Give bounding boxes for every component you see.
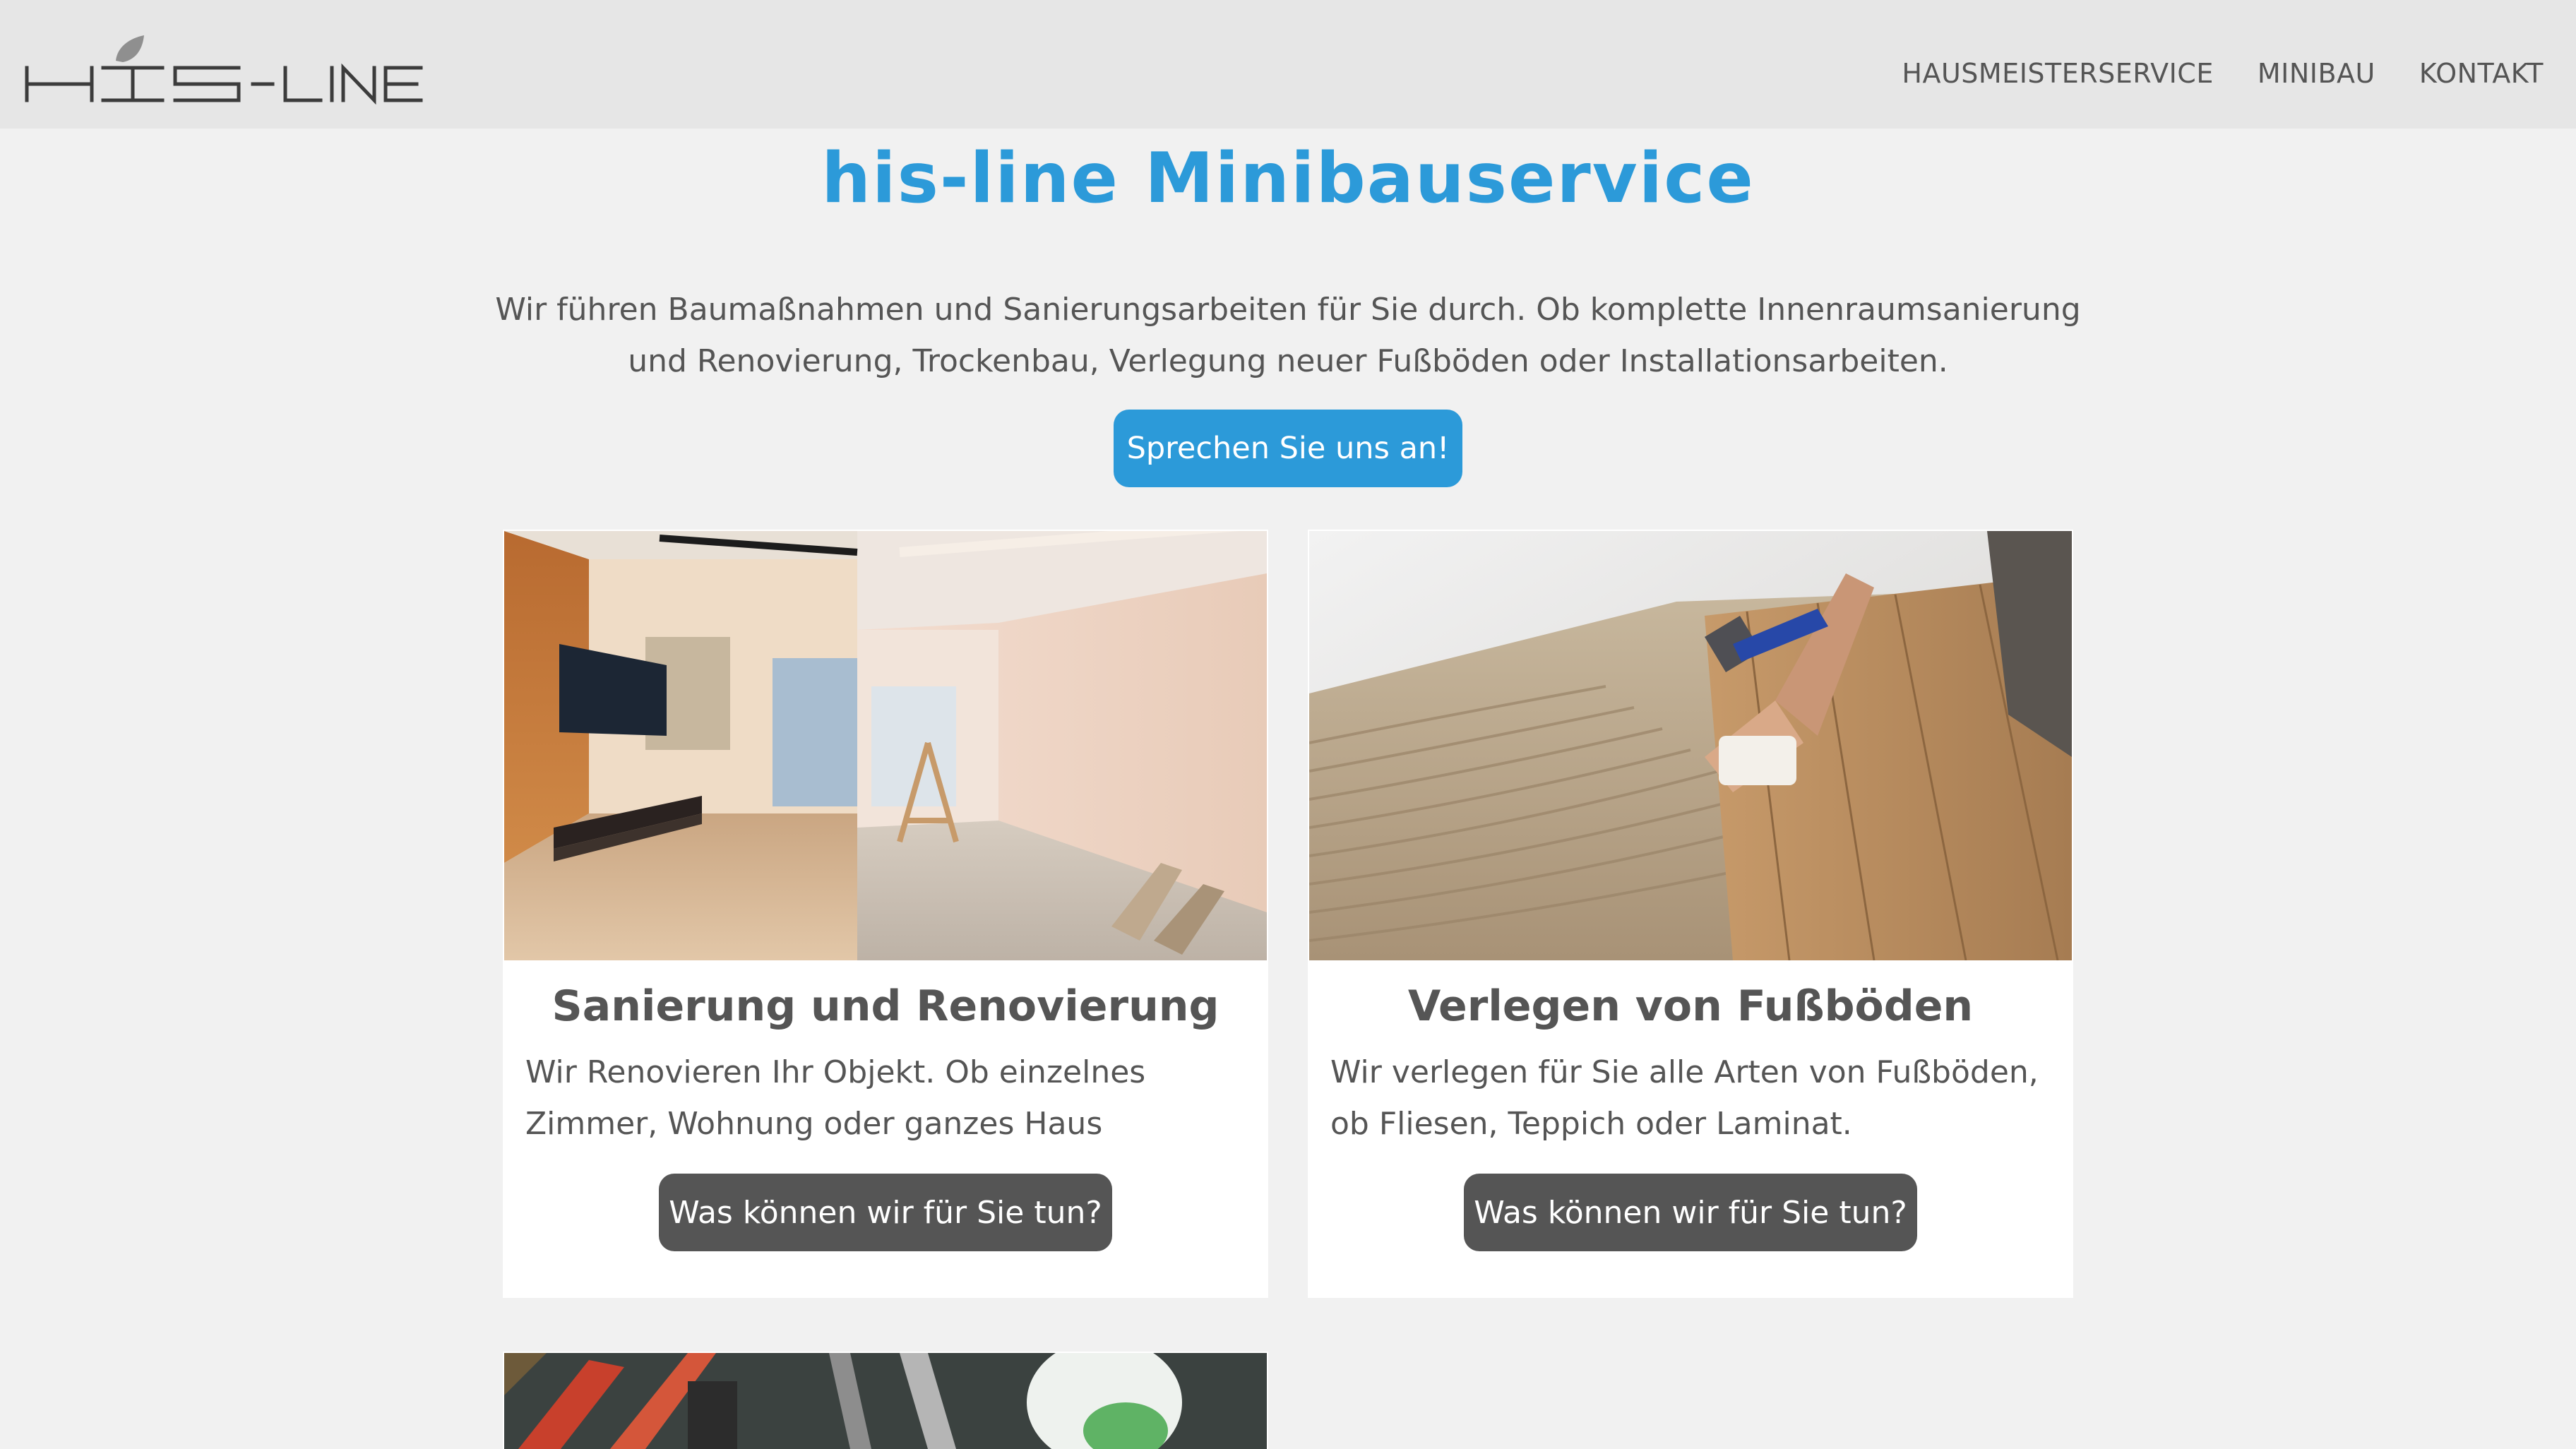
card-description: Wir verlegen für Sie alle Arten von Fußb… <box>1330 1054 2039 1142</box>
room-renovation-image <box>504 531 1267 960</box>
card-inquiry-button[interactable]: Was können wir für Sie tun? <box>1464 1174 1917 1251</box>
service-card-renovation: Sanierung und Renovierung Wir Renovieren… <box>503 530 1268 1298</box>
page-title: his-line Minibauservice <box>821 138 1755 219</box>
card-inquiry-button[interactable]: Was können wir für Sie tun? <box>659 1174 1112 1251</box>
site-header: HAUSMEISTERSERVICE MINIBAU KONTAKT <box>0 0 2576 129</box>
tools-image <box>504 1353 1267 1449</box>
main-nav: HAUSMEISTERSERVICE MINIBAU KONTAKT <box>1902 58 2544 89</box>
card-title: Sanierung und Renovierung <box>551 982 1220 1031</box>
card-description: Wir Renovieren Ihr Objekt. Ob einzelnes … <box>525 1054 1146 1142</box>
his-line-logo[interactable] <box>24 20 427 112</box>
nav-link-minibau[interactable]: MINIBAU <box>2258 58 2375 89</box>
card-title: Verlegen von Fußböden <box>1407 982 1974 1031</box>
nav-link-kontakt[interactable]: KONTAKT <box>2419 58 2544 89</box>
service-card-third <box>503 1352 1268 1449</box>
floor-laying-image <box>1309 531 2072 960</box>
contact-cta-button[interactable]: Sprechen Sie uns an! <box>1114 410 1462 487</box>
hero-description: Wir führen Baumaßnahmen und Sanierungsar… <box>495 292 2081 379</box>
service-card-flooring: Verlegen von Fußböden Wir verlegen für S… <box>1308 530 2073 1298</box>
nav-link-hausmeisterservice[interactable]: HAUSMEISTERSERVICE <box>1902 58 2213 89</box>
